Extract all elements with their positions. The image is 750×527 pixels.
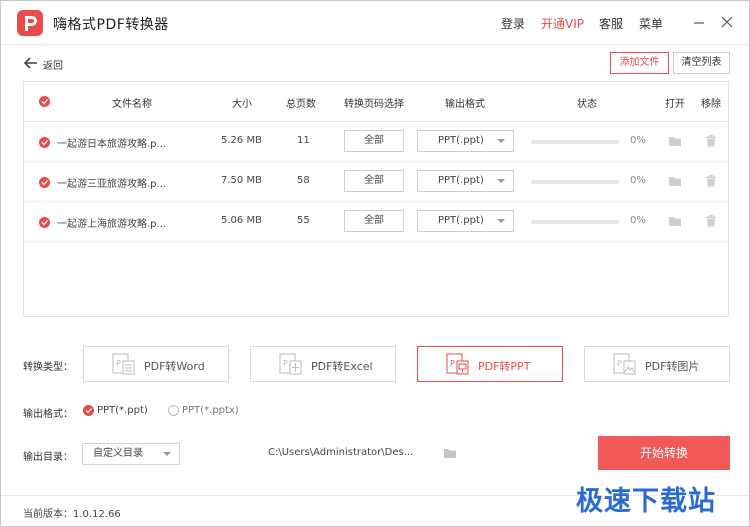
table-header: 文件名称 大小 总页数 转换页码选择 输出格式 状态 打开 移除	[24, 82, 728, 122]
row-checkbox[interactable]	[39, 217, 50, 228]
output-format-select[interactable]: PPT(.ppt)	[417, 210, 514, 232]
convert-type-label: 转换类型：	[23, 362, 73, 373]
header-file-name: 文件名称	[112, 99, 152, 110]
excel-doc-icon: P	[279, 353, 302, 375]
ppt-doc-icon: P	[446, 353, 469, 375]
type-label: PDF转PPT	[478, 360, 531, 373]
format-pptx-label[interactable]: PPT(*.pptx)	[182, 405, 239, 416]
svg-text:P: P	[617, 359, 622, 368]
file-size: 7.50 MB	[221, 175, 262, 186]
output-format-select[interactable]: PPT(.ppt)	[417, 130, 514, 152]
progress-bar	[531, 220, 619, 224]
header-pages: 总页数	[286, 99, 316, 110]
format-pptx-radio[interactable]	[168, 405, 179, 416]
file-name: 一起游三亚旅游攻略.p...	[57, 179, 167, 190]
title-bar: 嗨格式PDF转换器 登录 开通VIP 客服 菜单	[1, 1, 749, 45]
minimize-icon[interactable]	[691, 14, 707, 30]
svg-text:P: P	[116, 359, 121, 368]
progress-percent: 0%	[630, 215, 646, 226]
file-size: 5.06 MB	[221, 215, 262, 226]
trash-icon[interactable]	[704, 214, 718, 231]
image-doc-icon: P	[613, 353, 636, 375]
customer-service-link[interactable]: 客服	[599, 15, 623, 32]
header-open: 打开	[665, 99, 685, 110]
type-pdf-to-word-button[interactable]: P PDF转Word	[83, 346, 229, 382]
file-name: 一起游上海旅游攻略.p...	[57, 219, 167, 230]
output-format-select[interactable]: PPT(.ppt)	[417, 170, 514, 192]
header-output-format: 输出格式	[445, 99, 485, 110]
app-title: 嗨格式PDF转换器	[53, 17, 169, 33]
chevron-down-icon	[497, 179, 505, 183]
page-range-button[interactable]: 全部	[344, 170, 404, 192]
folder-icon[interactable]	[668, 134, 682, 151]
chevron-down-icon	[497, 139, 505, 143]
table-row: 一起游三亚旅游攻略.p... 7.50 MB 58 全部 PPT(.ppt) 0…	[24, 162, 728, 202]
header-size: 大小	[232, 99, 252, 110]
chevron-down-icon	[497, 219, 505, 223]
file-name: 一起游日本旅游攻略.p...	[57, 139, 167, 150]
folder-icon[interactable]	[443, 446, 457, 463]
folder-icon[interactable]	[668, 174, 682, 191]
word-doc-icon: P	[112, 353, 135, 375]
folder-icon[interactable]	[668, 214, 682, 231]
clear-list-button[interactable]: 清空列表	[673, 52, 730, 74]
header-page-select: 转换页码选择	[344, 99, 404, 110]
watermark: 极速下载站	[576, 486, 716, 517]
chevron-down-icon	[163, 452, 171, 456]
page-range-button[interactable]: 全部	[344, 130, 404, 152]
add-file-button[interactable]: 添加文件	[610, 52, 669, 74]
back-link[interactable]: 返回	[43, 57, 63, 72]
type-pdf-to-image-button[interactable]: P PDF转图片	[584, 346, 730, 382]
output-path: C:\Users\Administrator\Des...	[268, 447, 414, 458]
version-text: 当前版本：1.0.12.66	[23, 509, 121, 520]
menu-link[interactable]: 菜单	[639, 15, 663, 32]
svg-text:P: P	[450, 359, 455, 368]
header-remove: 移除	[701, 99, 721, 110]
type-label: PDF转Excel	[311, 360, 373, 373]
file-size: 5.26 MB	[221, 135, 262, 146]
open-vip-link[interactable]: 开通VIP	[541, 15, 584, 32]
page-range-button[interactable]: 全部	[344, 210, 404, 232]
select-all-checkbox[interactable]	[39, 96, 50, 107]
output-format-value: PPT(.ppt)	[438, 135, 484, 146]
type-pdf-to-ppt-button[interactable]: P PDF转PPT	[417, 346, 563, 382]
format-ppt-radio[interactable]	[83, 405, 94, 416]
app-window: 嗨格式PDF转换器 登录 开通VIP 客服 菜单 返回 添加文件 清空列表 文件…	[0, 0, 750, 527]
file-table: 文件名称 大小 总页数 转换页码选择 输出格式 状态 打开 移除 一起游日本旅游…	[23, 81, 729, 317]
progress-bar	[531, 140, 619, 144]
progress-percent: 0%	[630, 175, 646, 186]
login-link[interactable]: 登录	[501, 15, 525, 32]
type-pdf-to-excel-button[interactable]: P PDF转Excel	[250, 346, 396, 382]
type-label: PDF转Word	[144, 360, 205, 373]
output-format-label: 输出格式：	[23, 409, 73, 420]
app-logo-icon	[17, 10, 43, 36]
svg-text:P: P	[283, 359, 288, 368]
progress-bar	[531, 180, 619, 184]
output-format-value: PPT(.ppt)	[438, 175, 484, 186]
header-status: 状态	[577, 99, 597, 110]
trash-icon[interactable]	[704, 134, 718, 151]
back-arrow-icon[interactable]	[23, 55, 39, 71]
row-checkbox[interactable]	[39, 137, 50, 148]
format-ppt-label[interactable]: PPT(*.ppt)	[97, 405, 148, 416]
output-dir-select[interactable]: 自定义目录	[82, 443, 180, 465]
close-icon[interactable]	[719, 14, 735, 30]
type-label: PDF转图片	[645, 360, 700, 373]
output-format-value: PPT(.ppt)	[438, 215, 484, 226]
output-dir-label: 输出目录：	[23, 452, 73, 463]
progress-percent: 0%	[630, 135, 646, 146]
output-dir-option: 自定义目录	[93, 448, 143, 459]
table-row: 一起游日本旅游攻略.p... 5.26 MB 11 全部 PPT(.ppt) 0…	[24, 122, 728, 162]
trash-icon[interactable]	[704, 174, 718, 191]
start-convert-button[interactable]: 开始转换	[598, 436, 730, 470]
page-count: 58	[297, 175, 310, 186]
table-row: 一起游上海旅游攻略.p... 5.06 MB 55 全部 PPT(.ppt) 0…	[24, 202, 728, 242]
page-count: 11	[297, 135, 310, 146]
row-checkbox[interactable]	[39, 177, 50, 188]
page-count: 55	[297, 215, 310, 226]
